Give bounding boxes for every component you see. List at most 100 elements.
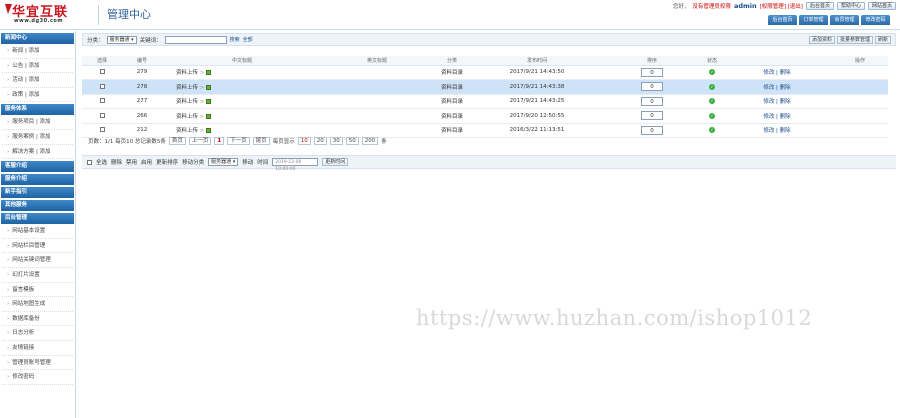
per-page-30[interactable]: 30 xyxy=(329,137,343,145)
order-input[interactable]: 0 xyxy=(641,125,663,135)
table-row[interactable]: 278 资料上传 > 资料目录 2017/9/21 14:43:38 0 ✓ 修改 | 删除 xyxy=(82,79,888,95)
sidebar-item-site-settings[interactable]: › 网站基本设置 xyxy=(2,224,73,239)
row-checkbox[interactable] xyxy=(99,112,105,118)
admin-home-button[interactable]: 后台首页 xyxy=(805,2,834,10)
first-page-button[interactable]: 首页 xyxy=(168,137,186,145)
row-ops[interactable]: 修改 | 删除 xyxy=(722,65,832,80)
row-cn-title[interactable]: 资料上传 > xyxy=(162,94,322,109)
add-item-button[interactable]: 添加资料 xyxy=(808,36,835,44)
table-row[interactable]: 279 资料上传 > 资料目录 2017/9/21 14:43:50 0 ✓ 修改 | 删除 xyxy=(82,65,888,80)
order-input[interactable]: 0 xyxy=(641,111,663,121)
per-page-10[interactable]: 10 xyxy=(297,137,311,145)
delete-button[interactable]: 删除 xyxy=(111,158,122,166)
sidebar-item-templates[interactable]: › 留言模板 xyxy=(2,283,73,298)
row-cn-title[interactable]: 资料上传 > xyxy=(162,123,322,138)
move-category-select[interactable]: 服务器通 ▾ xyxy=(208,158,239,166)
category-select[interactable]: 服务器通 ▾ xyxy=(106,35,137,44)
current-page[interactable]: 1 xyxy=(214,137,225,145)
search-button[interactable]: 搜索 xyxy=(230,36,240,43)
edit-image-icon[interactable] xyxy=(206,70,212,76)
sidebar-item-policy[interactable]: › 政策 | 添加 xyxy=(2,88,73,103)
update-order-button[interactable]: 更新排序 xyxy=(156,158,178,166)
row-select[interactable] xyxy=(82,79,122,95)
order-input[interactable]: 0 xyxy=(641,82,663,92)
order-input[interactable]: 0 xyxy=(641,67,663,77)
show-all-button[interactable]: 全部 xyxy=(243,36,253,43)
sidebar-section-guide[interactable]: 新手指引 xyxy=(1,187,74,199)
sidebar-section-service-intro[interactable]: 服务介绍 xyxy=(1,174,74,186)
sidebar-item-backup[interactable]: › 数据库备份 xyxy=(2,312,73,327)
sidebar-section-support[interactable]: 客服介绍 xyxy=(1,161,74,173)
per-page-20[interactable]: 20 xyxy=(313,137,327,145)
sidebar-item-service-cases[interactable]: › 服务案例 | 添加 xyxy=(2,130,73,145)
sidebar-item-notice[interactable]: › 公告 | 添加 xyxy=(2,59,73,74)
row-cn-title[interactable]: 资料上传 > xyxy=(162,65,322,80)
tab-orders[interactable]: 订单管理 xyxy=(799,15,828,25)
tab-members[interactable]: 会员管理 xyxy=(830,15,859,25)
last-page-button[interactable]: 尾页 xyxy=(252,137,270,145)
help-button[interactable]: 帮助中心 xyxy=(836,2,865,10)
enable-button[interactable]: 启用 xyxy=(141,158,152,166)
sidebar-section-news[interactable]: 新闻中心 xyxy=(1,33,74,44)
row-ops[interactable]: 修改 | 删除 xyxy=(722,123,832,138)
row-select[interactable] xyxy=(82,108,122,124)
sidebar-section-other[interactable]: 其他服务 xyxy=(1,200,74,212)
row-checkbox[interactable] xyxy=(99,127,105,133)
row-checkbox[interactable] xyxy=(99,98,105,104)
disable-button[interactable]: 禁用 xyxy=(126,158,137,166)
site-home-button[interactable]: 网站首页 xyxy=(867,2,896,10)
sidebar-item-activity[interactable]: › 活动 | 添加 xyxy=(2,73,73,88)
time-input[interactable]: 2019-12-06 10:00:00 xyxy=(272,158,319,172)
order-input[interactable]: 0 xyxy=(641,96,663,106)
per-page-50[interactable]: 50 xyxy=(345,137,359,145)
sidebar-item-service-projects[interactable]: › 服务项目 | 添加 xyxy=(2,115,73,130)
edit-image-icon[interactable] xyxy=(206,113,212,119)
row-ops[interactable]: 修改 | 删除 xyxy=(722,108,832,124)
sidebar-section-services[interactable]: 服务体系 xyxy=(1,104,74,116)
edit-image-icon[interactable] xyxy=(206,128,212,134)
check-circle-icon[interactable]: ✓ xyxy=(709,127,715,133)
sidebar-item-slides[interactable]: › 幻灯片设置 xyxy=(2,268,73,283)
sidebar-item-keywords[interactable]: › 网站关键词管理 xyxy=(2,253,73,268)
row-select[interactable] xyxy=(82,65,122,80)
check-circle-icon[interactable]: ✓ xyxy=(709,83,715,90)
row-cn-title[interactable]: 资料上传 > xyxy=(162,108,322,124)
tab-admin-home[interactable]: 后台首页 xyxy=(768,15,797,25)
select-all-checkbox[interactable] xyxy=(87,159,92,165)
refresh-button[interactable]: 刷新 xyxy=(874,36,891,44)
select-all-label[interactable]: 全选 xyxy=(96,158,107,166)
keyword-input[interactable] xyxy=(164,35,227,44)
prev-page-button[interactable]: 上一页 xyxy=(188,137,212,145)
row-ops[interactable]: 修改 | 删除 xyxy=(722,79,832,95)
sidebar-item-links[interactable]: › 友情链接 xyxy=(2,341,73,356)
table-row[interactable]: 212 资料上传 > 资料目录 2016/3/22 11:13:51 0 ✓ 修改 | 删除 xyxy=(82,123,888,138)
check-circle-icon[interactable]: ✓ xyxy=(709,69,715,75)
sidebar-item-admins[interactable]: › 管理员账号管理 xyxy=(2,356,73,371)
table-row[interactable]: 266 资料上传 > 资料目录 2017/9/20 12:50:55 0 ✓ 修改 | 删除 xyxy=(82,108,888,124)
batch-params-button[interactable]: 批量参数管理 xyxy=(836,36,873,44)
row-select[interactable] xyxy=(82,94,122,109)
sidebar-item-columns[interactable]: › 网站栏目管理 xyxy=(2,239,73,254)
user-links[interactable]: [权限管理] [退出] xyxy=(760,2,803,10)
tab-password[interactable]: 修改密码 xyxy=(861,15,890,25)
next-page-button[interactable]: 下一页 xyxy=(227,137,250,145)
sidebar-item-news[interactable]: › 新闻 | 添加 xyxy=(2,44,73,59)
sidebar-item-solutions[interactable]: › 解决方案 | 添加 xyxy=(2,145,73,160)
sidebar-item-sitemap[interactable]: › 网站地图生成 xyxy=(2,297,73,312)
update-time-button[interactable]: 更新时间 xyxy=(322,158,349,166)
check-circle-icon[interactable]: ✓ xyxy=(709,98,715,104)
row-checkbox[interactable] xyxy=(99,69,105,75)
site-logo[interactable]: 华宜互联 www.dg30.com xyxy=(4,1,96,28)
move-button[interactable]: 移动 xyxy=(242,158,253,166)
row-select[interactable] xyxy=(82,123,122,138)
edit-image-icon[interactable] xyxy=(206,84,212,90)
edit-image-icon[interactable] xyxy=(206,99,212,105)
check-circle-icon[interactable]: ✓ xyxy=(709,112,715,119)
sidebar-item-change-password[interactable]: › 修改密码 xyxy=(2,370,73,385)
per-page-200[interactable]: 200 xyxy=(361,137,379,145)
row-checkbox[interactable] xyxy=(99,83,105,89)
row-cn-title[interactable]: 资料上传 > xyxy=(162,79,322,95)
table-row[interactable]: 277 资料上传 > 资料目录 2017/9/21 14:43:25 0 ✓ 修改 | 删除 xyxy=(82,94,888,109)
row-ops[interactable]: 修改 | 删除 xyxy=(722,94,832,109)
sidebar-section-admin[interactable]: 后台管理 xyxy=(1,213,74,225)
